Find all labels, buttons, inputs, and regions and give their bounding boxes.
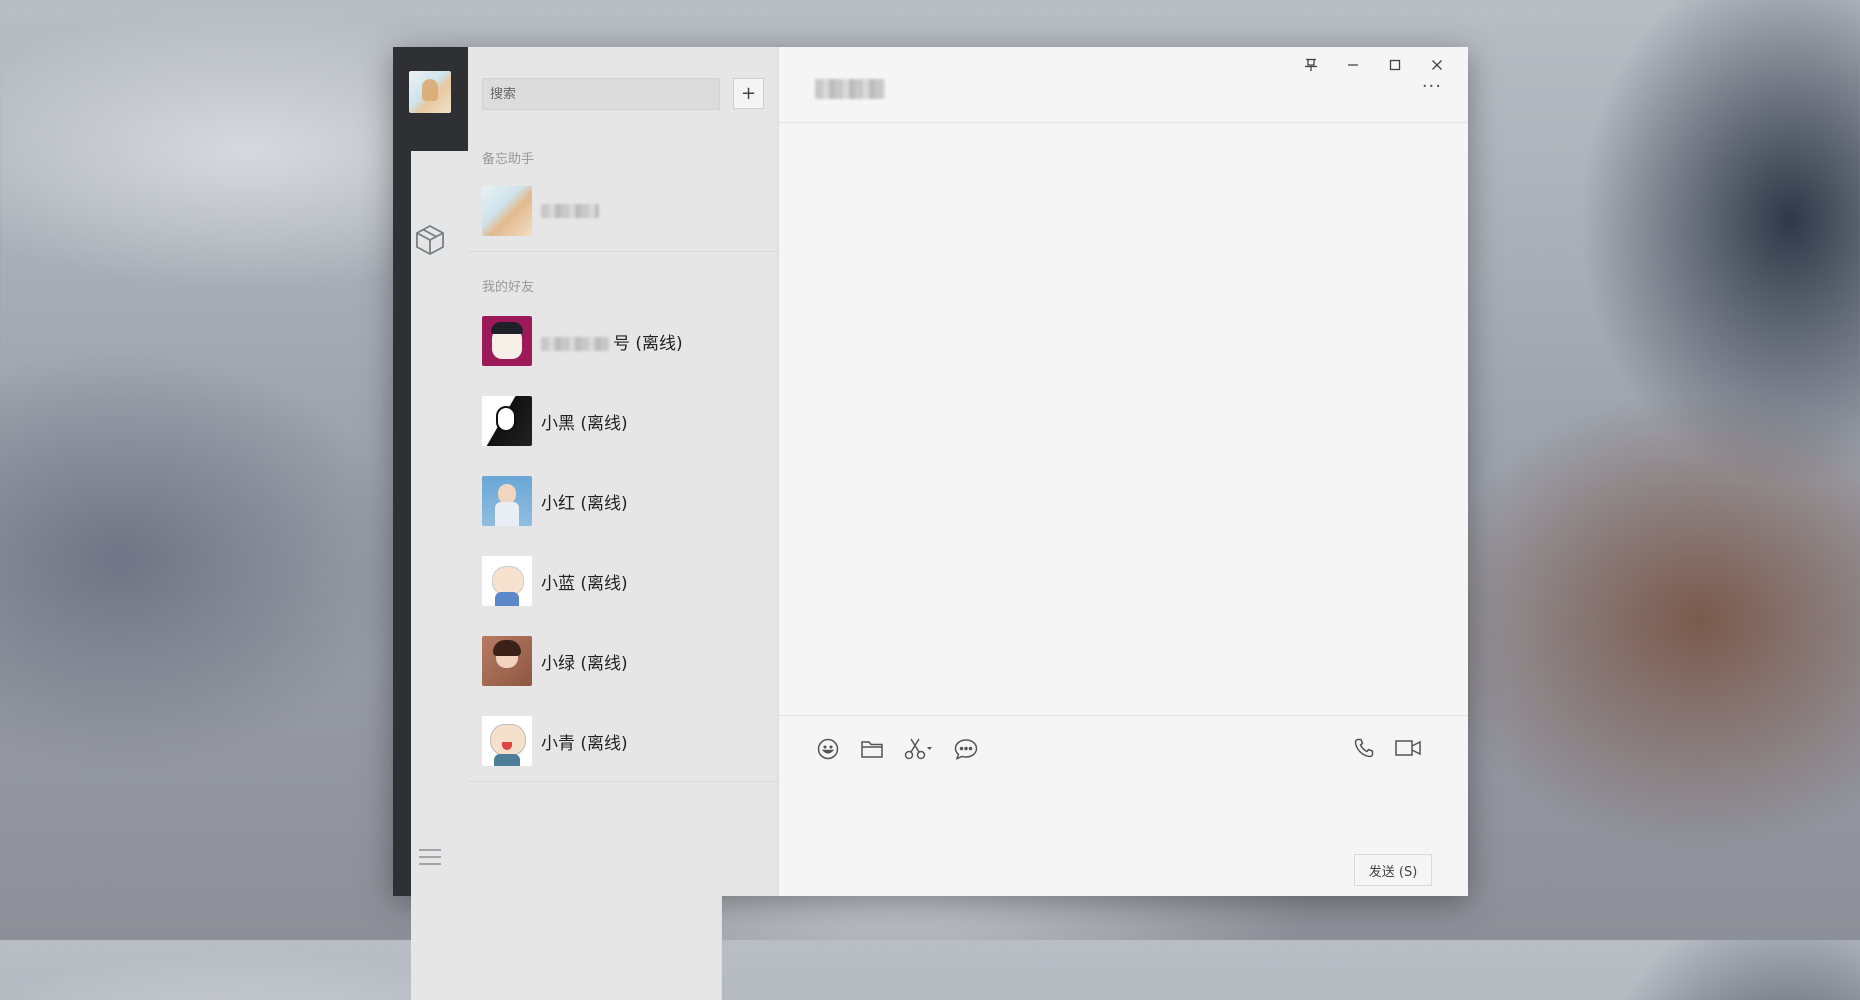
avatar-cartoon-old-man [482, 556, 532, 606]
avatar-cartoon-crying [482, 716, 532, 766]
friend-row-5[interactable]: 小绿 (离线) [468, 621, 779, 701]
phone-icon[interactable] [1352, 736, 1376, 760]
search-box[interactable] [482, 78, 720, 110]
memo-assistant-name [541, 201, 603, 221]
contacts-panel: + 备忘助手 我的好友 号 (离线) 小黑 (离线) [468, 47, 779, 896]
avatar-girl-blue-bg [482, 476, 532, 526]
chat-area: ··· 发送 (S) [779, 47, 1468, 896]
user-avatar[interactable] [409, 71, 451, 113]
section-divider [468, 251, 779, 252]
more-options-button[interactable]: ··· [1422, 78, 1442, 96]
friend-row-6[interactable]: 小青 (离线) [468, 701, 779, 781]
pin-icon[interactable] [1290, 53, 1332, 77]
search-input[interactable] [483, 86, 719, 102]
memo-assistant-avatar [482, 186, 532, 236]
send-button[interactable]: 发送 (S) [1354, 854, 1432, 886]
video-icon[interactable] [1394, 736, 1422, 760]
call-toolbar [1352, 736, 1422, 760]
chat-bubble-icon[interactable] [953, 736, 979, 762]
list-end-divider [468, 781, 779, 782]
section-title-friends: 我的好友 [482, 280, 535, 295]
close-icon[interactable] [1416, 53, 1458, 77]
composer-toolbar [815, 736, 979, 762]
section-title-memo: 备忘助手 [482, 152, 535, 167]
box-icon[interactable] [411, 221, 449, 259]
add-contact-button[interactable]: + [733, 78, 764, 109]
friend-name: 号 (离线) [541, 329, 683, 354]
emoji-icon[interactable] [815, 736, 841, 762]
chat-app-window: + 备忘助手 我的好友 号 (离线) 小黑 (离线) [393, 47, 1468, 1000]
friend-row-3[interactable]: 小红 (离线) [468, 461, 779, 541]
chat-title [815, 79, 889, 99]
message-composer: 发送 (S) [779, 715, 1468, 896]
folder-icon[interactable] [859, 736, 885, 762]
friend-row-1[interactable]: 号 (离线) [468, 301, 779, 381]
friend-name: 小红 (离线) [541, 493, 628, 514]
scissors-icon[interactable] [903, 736, 935, 762]
friend-name: 小青 (离线) [541, 733, 628, 754]
message-input[interactable] [815, 774, 1339, 848]
friend-name: 小绿 (离线) [541, 653, 628, 674]
avatar-glasses-boy [482, 316, 532, 366]
maximize-icon[interactable] [1374, 53, 1416, 77]
memo-assistant-row[interactable] [468, 171, 779, 251]
friend-name: 小黑 (离线) [541, 413, 628, 434]
friend-name: 小蓝 (离线) [541, 573, 628, 594]
minimize-icon[interactable] [1332, 53, 1374, 77]
friend-row-4[interactable]: 小蓝 (离线) [468, 541, 779, 621]
nav-rail [393, 47, 722, 1000]
menu-icon[interactable] [411, 838, 449, 876]
message-list[interactable] [779, 124, 1468, 715]
window-controls [1290, 53, 1458, 77]
friend-row-2[interactable]: 小黑 (离线) [468, 381, 779, 461]
avatar-bw-manga [482, 396, 532, 446]
avatar-girl-waving [482, 636, 532, 686]
